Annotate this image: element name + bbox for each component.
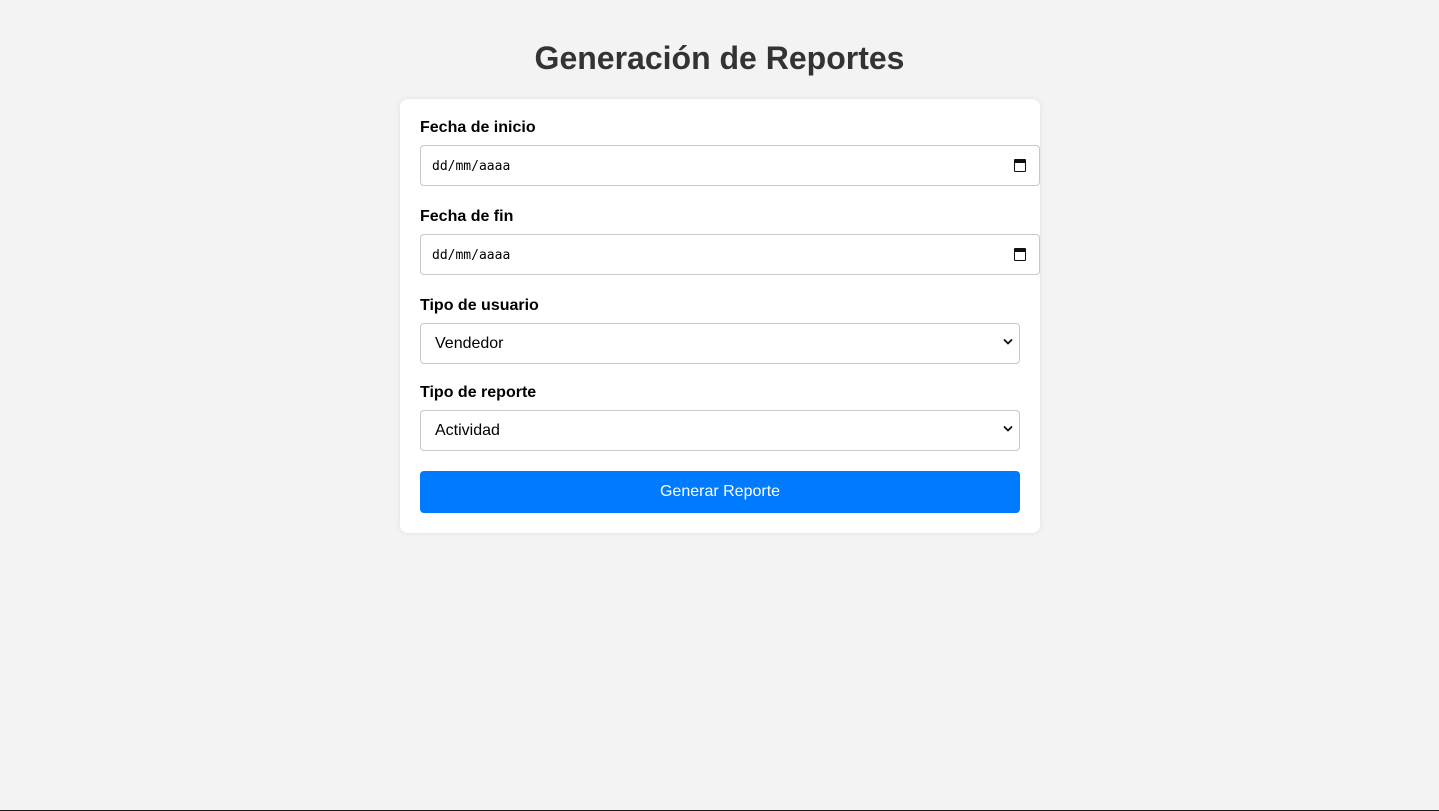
user-type-selected-value: Vendedor: [435, 335, 504, 352]
user-type-label: Tipo de usuario: [420, 297, 539, 314]
end-date-input[interactable]: dd/mm/aaaa: [420, 234, 1040, 275]
start-date-placeholder: dd/mm/aaaa: [432, 159, 511, 174]
report-type-selected-value: Actividad: [435, 422, 500, 439]
end-date-label: Fecha de fin: [420, 208, 514, 225]
end-date-placeholder: dd/mm/aaaa: [432, 248, 511, 263]
report-form-card: Fecha de inicio dd/mm/aaaa Fecha de fin …: [400, 99, 1040, 533]
start-date-input[interactable]: dd/mm/aaaa: [420, 145, 1040, 186]
report-type-select[interactable]: Actividad: [420, 410, 1020, 451]
chevron-down-icon: [1003, 426, 1013, 432]
chevron-down-icon: [1003, 339, 1013, 345]
user-type-select[interactable]: Vendedor: [420, 323, 1020, 364]
calendar-icon[interactable]: [1014, 159, 1026, 172]
calendar-icon[interactable]: [1014, 248, 1026, 261]
page-title: Generación de Reportes: [534, 40, 905, 76]
report-type-label: Tipo de reporte: [420, 384, 537, 401]
generate-report-button[interactable]: Generar Reporte: [420, 471, 1020, 513]
start-date-label: Fecha de inicio: [420, 119, 536, 136]
